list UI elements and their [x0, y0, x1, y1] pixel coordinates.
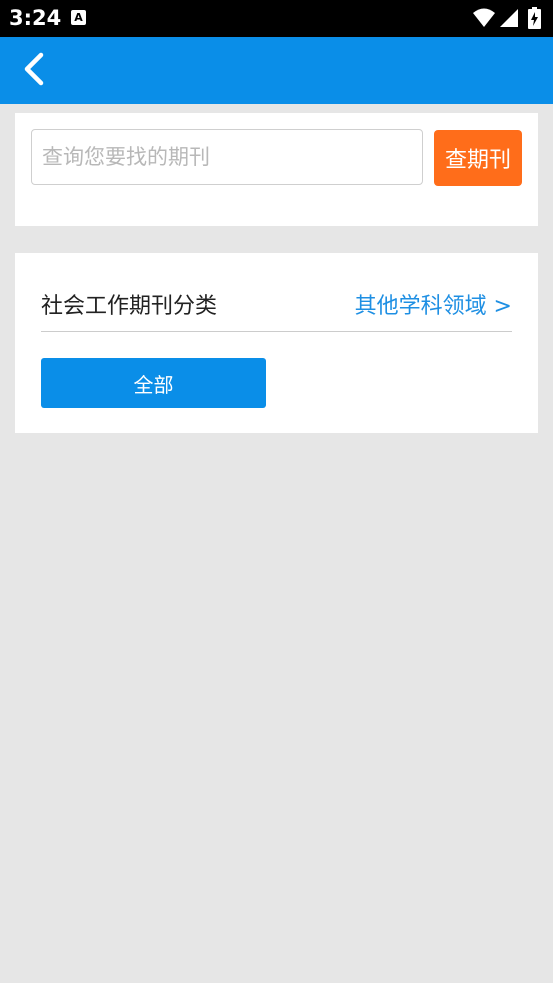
battery-charging-icon — [528, 7, 541, 29]
cellular-signal-icon — [500, 9, 518, 27]
category-card: 社会工作期刊分类 其他学科领域 > 全部 — [15, 253, 538, 433]
a-notification-icon: A — [71, 10, 86, 25]
other-fields-link[interactable]: 其他学科领域 > — [355, 293, 512, 321]
wifi-icon — [473, 8, 495, 27]
search-journal-button[interactable]: 查期刊 — [434, 130, 522, 186]
a-notification-icon-letter: A — [74, 11, 83, 24]
app-bar — [0, 37, 553, 104]
category-title: 社会工作期刊分类 — [41, 294, 218, 319]
back-button[interactable] — [12, 47, 58, 93]
search-card: 查期刊 — [15, 113, 538, 226]
search-input[interactable] — [31, 129, 423, 185]
chevron-left-icon — [24, 52, 44, 86]
status-time: 3:24 — [9, 6, 62, 30]
status-bar: 3:24 A — [0, 0, 553, 37]
category-all-button[interactable]: 全部 — [41, 358, 266, 408]
category-header: 社会工作期刊分类 其他学科领域 > — [41, 283, 512, 332]
